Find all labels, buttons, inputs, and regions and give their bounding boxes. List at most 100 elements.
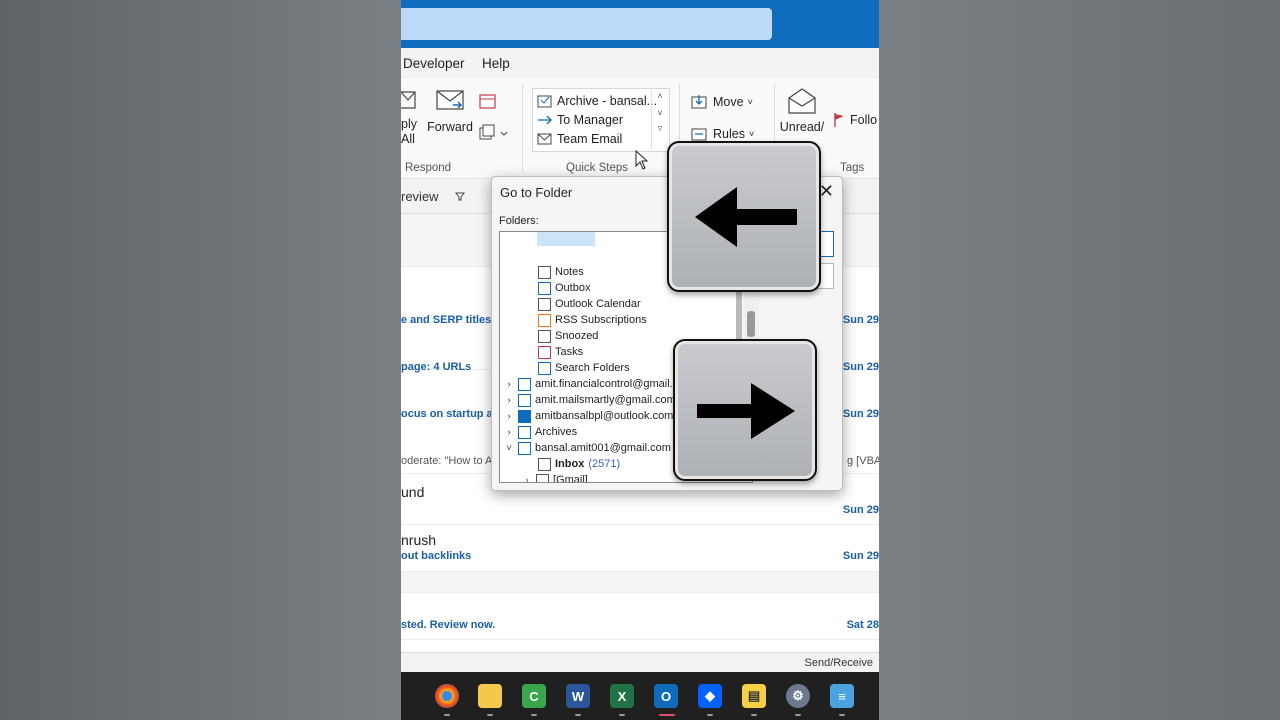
filter-icon[interactable] [455,191,465,201]
tree-item-label: RSS Subscriptions [555,314,647,326]
chevron-down-icon: ˅ [747,97,753,107]
chevron-right-icon[interactable]: › [522,475,532,483]
message-sender: und [401,484,425,500]
tree-item-outlook-calendar[interactable]: Outlook Calendar [538,296,641,312]
camtasia-icon[interactable]: C [522,684,546,708]
send-receive-status[interactable]: Send/Receive [805,657,874,669]
notepad-icon[interactable]: ≡ [830,684,854,708]
rules-button[interactable]: Rules ˅ [691,126,754,142]
account-icon [518,441,531,455]
status-bar: Send/Receive [401,652,879,673]
account-icon [518,393,531,407]
chevron-right-icon[interactable]: › [504,395,514,406]
expand-gallery-icon[interactable]: ▿ [652,123,668,134]
taskbar-running-dot [795,714,801,716]
tree-item-label: amit.financialcontrol@gmail.c [535,378,679,390]
chevron-down-icon[interactable]: ˅ [652,108,668,118]
word-icon[interactable]: W [566,684,590,708]
tree-item-account-mailsmartly[interactable]: › amit.mailsmartly@gmail.com [504,392,676,408]
folder-icon [538,297,551,311]
reply-all-button[interactable]: ply All [401,88,417,147]
outlook-icon[interactable]: O [654,684,678,708]
tree-item-inbox[interactable]: Inbox (2571) [538,456,620,472]
taskbar-running-dot [531,714,537,716]
quick-step-team-email[interactable]: Team Email [537,130,622,148]
more-respond-button[interactable] [479,124,509,145]
tree-item-label: amit.mailsmartly@gmail.com [535,394,676,406]
quick-step-archive[interactable]: Archive - bansal... [537,92,657,110]
notes-icon [538,265,551,279]
file-explorer-icon[interactable] [478,684,502,708]
tree-item-snoozed[interactable]: Snoozed [538,328,598,344]
chevron-right-icon[interactable]: › [504,427,514,438]
tree-item-label: Inbox [555,458,585,470]
view-label[interactable]: review [401,189,439,204]
title-bar [401,0,879,48]
folder-icon [538,329,551,343]
tree-item-account-financialcontrol[interactable]: › amit.financialcontrol@gmail.c [504,376,678,392]
tree-item-archives[interactable]: › Archives [504,424,577,440]
chrome-icon[interactable] [435,684,459,708]
meeting-reply-button[interactable] [479,92,497,113]
tree-item-tasks[interactable]: Tasks [538,344,583,360]
dialog-title: Go to Folder [500,185,573,200]
chevron-down-icon: ˅ [748,129,755,139]
message-sender: nrush [401,532,437,548]
right-arrow-key [673,339,817,481]
chevron-right-icon[interactable]: › [504,411,514,422]
tree-item-rss-subscriptions[interactable]: RSS Subscriptions [538,312,647,328]
search-box[interactable] [401,8,772,40]
excel-icon[interactable]: X [610,684,634,708]
quick-step-to-manager[interactable]: To Manager [537,111,623,129]
tree-item-notes[interactable]: Notes [538,264,584,280]
quick-steps-scroll[interactable]: ˄ ˅ ▿ [651,88,668,150]
forward-button[interactable]: Forward [427,88,473,134]
left-arrow-key [667,141,821,292]
sticky-notes-icon[interactable]: ▤ [742,684,766,708]
taskbar-running-dot [707,714,713,716]
tree-item-search-folders[interactable]: Search Folders [538,360,630,376]
move-label: Move [713,95,744,109]
quick-steps-group-label: Quick Steps [566,162,628,174]
selected-folder-highlight[interactable] [537,232,595,246]
settings-icon[interactable]: ⚙ [786,684,810,708]
tree-item-label: Notes [555,266,584,278]
chevron-right-icon[interactable]: › [504,379,514,390]
menu-help[interactable]: Help [482,56,510,71]
reply-all-icon [401,91,416,109]
follow-up-button[interactable]: Follo [833,112,877,128]
message-subject: sted. Review now. [401,619,496,631]
forward-label: Forward [427,120,473,134]
scrollbar-thumb[interactable] [747,311,755,337]
taskbar-running-dot [575,714,581,716]
tree-item-gmail[interactable]: › [Gmail] [522,472,588,483]
reply-all-label-2: All [401,132,415,146]
taskbar-running-dot [751,714,757,716]
close-icon[interactable]: ✕ [819,181,834,202]
left-backdrop [0,0,401,720]
chevron-down-icon[interactable]: ˅ [504,443,514,454]
list-item[interactable]: nrush out backlinks Sun 29 [401,525,879,572]
tree-item-outbox[interactable]: Outbox [538,280,590,296]
list-item[interactable]: sted. Review now. Sat 28 [401,593,879,640]
unread-read-button[interactable]: Unread/ [779,86,825,134]
message-snippet-right: g [VBA ... [847,455,879,467]
rules-icon [691,128,707,141]
tags-group-label: Tags [840,162,865,174]
taskbar-active-indicator [659,714,675,716]
taskbar-running-dot [839,714,845,716]
mouse-cursor-icon [635,150,649,170]
taskbar: C W X O ◆ ▤ ⚙ ≡ [401,672,879,720]
chevron-up-icon[interactable]: ˄ [652,91,668,101]
tree-item-label: amitbansalbpl@outlook.com [535,410,674,422]
list-group-divider [401,572,879,593]
menu-developer[interactable]: Developer [403,56,465,71]
dropbox-icon[interactable]: ◆ [698,684,722,708]
move-button[interactable]: Move ˅ [691,94,753,110]
tree-item-account-bansal[interactable]: ˅ bansal.amit001@gmail.com [504,440,671,456]
quick-step-label: Team Email [557,132,623,146]
tree-item-account-outlook[interactable]: › amitbansalbpl@outlook.com [504,408,673,424]
message-snippet: oderate: "How to Aut [401,455,502,467]
calendar-icon [479,94,496,109]
unread-count: (2571) [588,458,621,470]
